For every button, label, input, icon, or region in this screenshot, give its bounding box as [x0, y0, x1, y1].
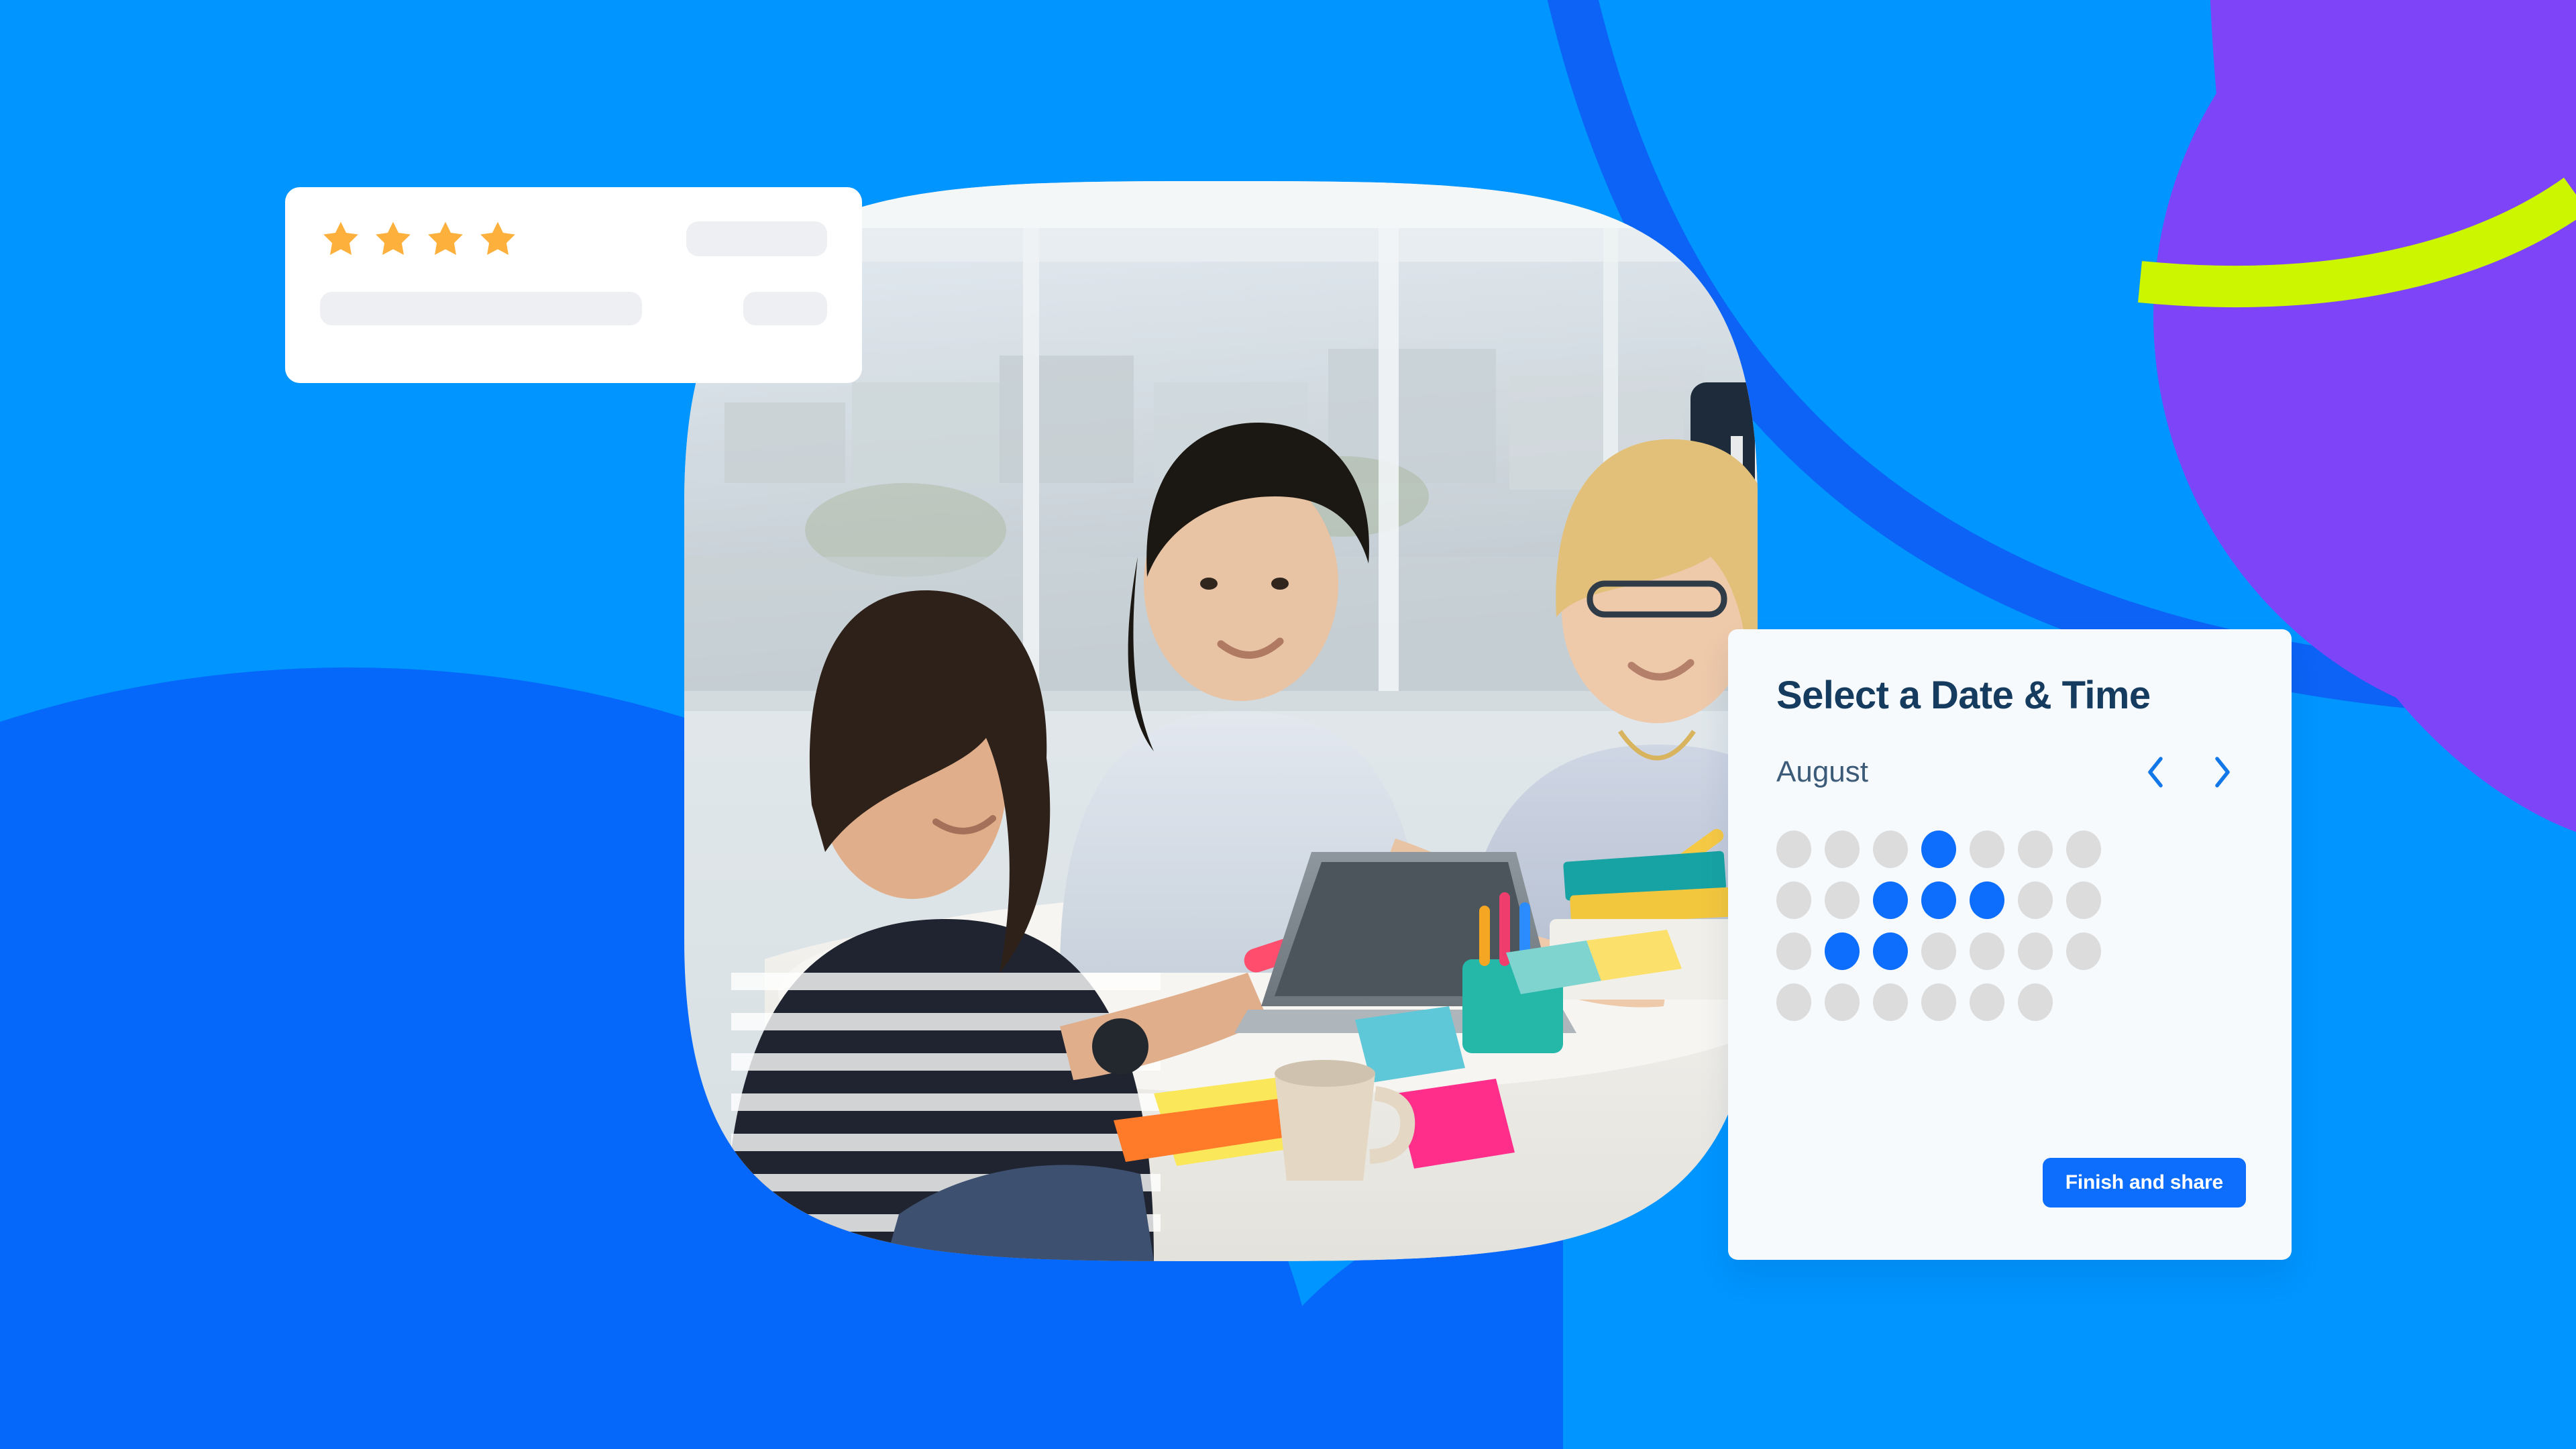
star-filled-icon: [323, 221, 358, 256]
calendar-week-row: [1776, 881, 2246, 919]
calendar-day-available[interactable]: [1825, 983, 1860, 1021]
calendar-day-selected[interactable]: [1970, 881, 2004, 919]
calendar-week-row: [1776, 932, 2246, 970]
calendar-day-available[interactable]: [1825, 881, 1860, 919]
calendar-day-available[interactable]: [1921, 983, 1956, 1021]
calendar-week-row: [1776, 983, 2246, 1021]
calendar-day-available[interactable]: [1970, 830, 2004, 868]
calendar-day-selected[interactable]: [1873, 881, 1908, 919]
calendar-day-available[interactable]: [2018, 830, 2053, 868]
calendar-week-row: [1776, 830, 2246, 868]
hero-illustration-stage: Select a Date & Time August Finish and s…: [0, 0, 2576, 1449]
calendar-day-available[interactable]: [1873, 983, 1908, 1021]
review-card-bottom-row: [320, 292, 827, 325]
page-title: Select a Date & Time: [1776, 674, 2151, 717]
calendar-day-available[interactable]: [2018, 881, 2053, 919]
calendar-day-available[interactable]: [1776, 830, 1811, 868]
card-footer: Finish and share: [2042, 1158, 2246, 1208]
headline-placeholder: [686, 221, 827, 256]
body-placeholder: [320, 292, 642, 325]
calendar-month-label: August: [1776, 755, 1868, 788]
calendar-day-available[interactable]: [1873, 830, 1908, 868]
calendar-day-available[interactable]: [2018, 932, 2053, 970]
calendar-day-available[interactable]: [1825, 830, 1860, 868]
calendar-day-available[interactable]: [1970, 983, 2004, 1021]
calendar-nav-group: [2140, 753, 2238, 792]
star-filled-icon: [428, 221, 463, 256]
chevron-left-icon: [2148, 757, 2163, 788]
calendar-day-selected[interactable]: [1921, 881, 1956, 919]
review-rating-card: [285, 187, 862, 383]
calendar-month-header: August: [1776, 753, 2246, 792]
calendar-day-available[interactable]: [2066, 881, 2101, 919]
review-card-top-row: [320, 218, 827, 260]
calendar-day-available[interactable]: [2066, 830, 2101, 868]
finish-and-share-button[interactable]: Finish and share: [2042, 1158, 2246, 1208]
next-month-button[interactable]: [2207, 753, 2238, 792]
prev-month-button[interactable]: [2140, 753, 2171, 792]
calendar-day-selected[interactable]: [1921, 830, 1956, 868]
star-rating: [320, 218, 519, 260]
calendar-dot-grid: [1776, 830, 2246, 1021]
calendar-day-available[interactable]: [2018, 983, 2053, 1021]
calendar-day-available[interactable]: [1776, 983, 1811, 1021]
star-filled-icon: [376, 221, 411, 256]
calendar-day-available[interactable]: [1970, 932, 2004, 970]
calendar-day-available[interactable]: [1921, 932, 1956, 970]
meta-placeholder: [743, 292, 827, 325]
chevron-right-icon: [2215, 757, 2230, 788]
calendar-day-selected[interactable]: [1825, 932, 1860, 970]
calendar-day-available[interactable]: [1776, 932, 1811, 970]
select-date-time-card: Select a Date & Time August Finish and s…: [1728, 629, 2292, 1260]
calendar-day-available[interactable]: [2066, 932, 2101, 970]
calendar-day-available[interactable]: [1776, 881, 1811, 919]
calendar-day-selected[interactable]: [1873, 932, 1908, 970]
star-filled-icon: [480, 221, 515, 256]
